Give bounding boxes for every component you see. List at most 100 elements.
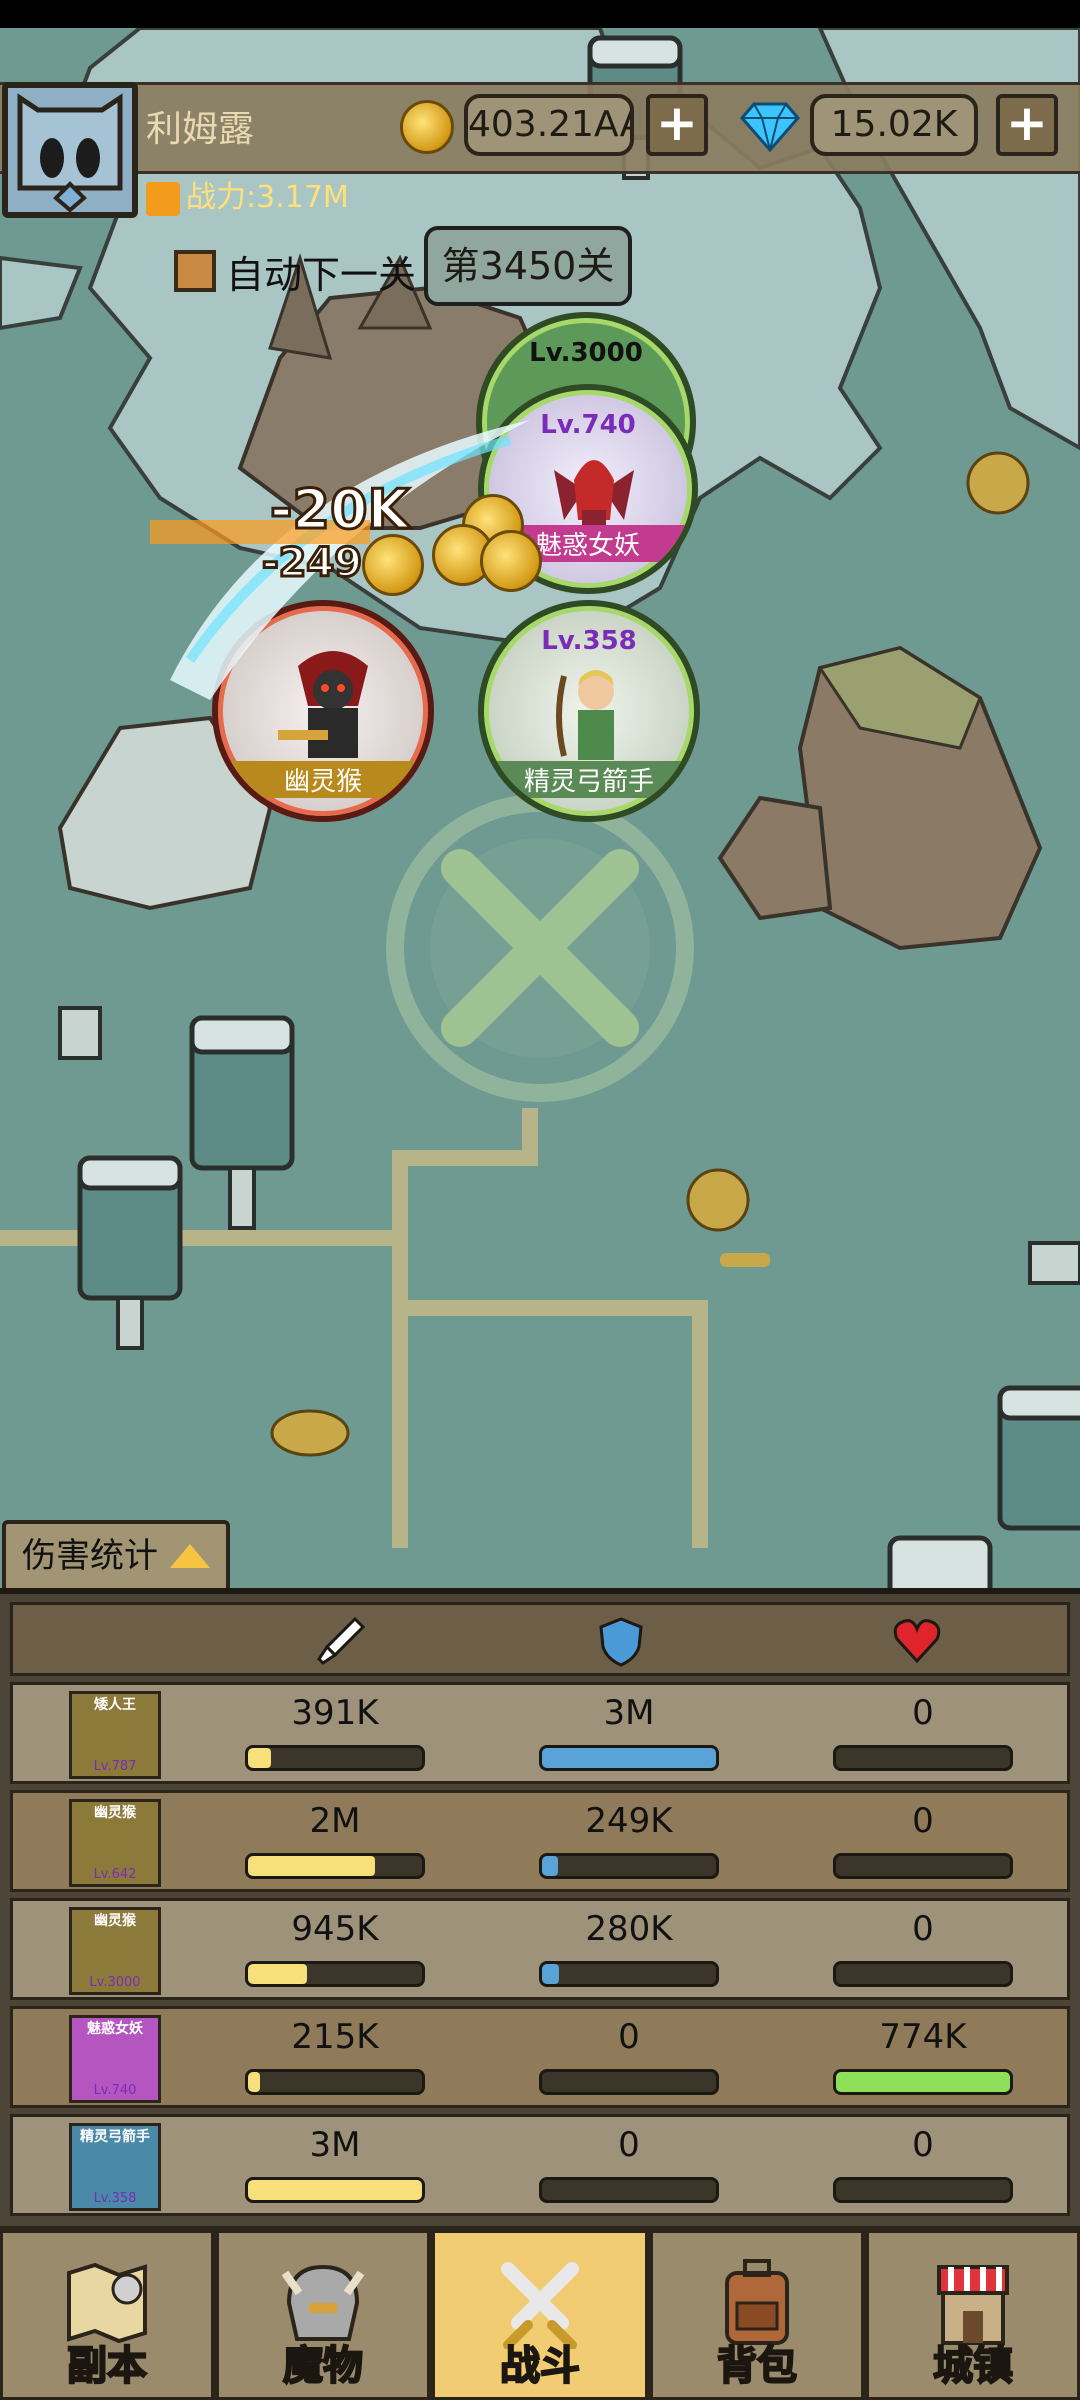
- heal-value: 0: [912, 1801, 934, 1841]
- attack-stat-cell: 3M: [245, 2117, 425, 2213]
- nav-monsters[interactable]: 魔物: [216, 2230, 430, 2400]
- heal-value: 0: [912, 1693, 934, 1733]
- add-gold-button[interactable]: +: [646, 94, 708, 156]
- nav-label: 战斗: [499, 2342, 581, 2390]
- hero-portrait[interactable]: 矮人王 Lv.787: [69, 1691, 161, 1779]
- hero-portrait-title: 精灵弓箭手: [80, 2129, 150, 2145]
- nav-battle[interactable]: 战斗: [432, 2230, 648, 2400]
- defense-bar: [539, 1853, 719, 1879]
- nav-town[interactable]: 城镇: [866, 2230, 1080, 2400]
- attack-bar: [245, 1961, 425, 1987]
- attack-bar-fill: [248, 1964, 308, 1984]
- attack-bar: [245, 2177, 425, 2203]
- nav-backpack[interactable]: 背包: [650, 2230, 864, 2400]
- damage-row: 幽灵猴 Lv.3000 945K 280K 0: [10, 1898, 1070, 2000]
- damage-number-small: -249: [260, 539, 363, 588]
- slime-avatar-icon: [17, 93, 123, 213]
- damage-number-big: -20K: [268, 477, 410, 543]
- power-icon: [146, 181, 180, 216]
- heal-stat-cell: 0: [833, 1793, 1013, 1889]
- gold-coin-icon: [400, 100, 454, 154]
- damage-row: 精灵弓箭手 Lv.358 3M 0 0: [10, 2114, 1070, 2216]
- attack-stat-cell: 215K: [245, 2009, 425, 2105]
- hero-portrait-level: Lv.3000: [89, 1975, 141, 1990]
- attack-bar: [245, 1745, 425, 1771]
- attack-stat-cell: 391K: [245, 1685, 425, 1781]
- status-bar: [0, 0, 1080, 28]
- damage-stats-label: 伤害统计: [22, 1536, 158, 1576]
- auto-next-label: 自动下一关: [226, 252, 417, 297]
- attack-stat-cell: 2M: [245, 1793, 425, 1889]
- heal-stat-cell: 0: [833, 1901, 1013, 1997]
- attack-value: 2M: [309, 1801, 361, 1841]
- nav-dungeon[interactable]: 副本: [0, 2230, 214, 2400]
- stage-level: 第3450关: [424, 226, 632, 306]
- defense-stat-cell: 0: [539, 2009, 719, 2105]
- defense-bar: [539, 2069, 719, 2095]
- defense-stat-cell: 3M: [539, 1685, 719, 1781]
- hero-portrait-title: 魅惑女妖: [87, 2021, 143, 2037]
- heal-value: 0: [912, 2125, 934, 2165]
- hero-portrait-title: 幽灵猴: [94, 1913, 136, 1929]
- auto-next-checkbox[interactable]: [174, 250, 216, 292]
- gem-amount: 15.02K: [810, 94, 978, 156]
- heal-bar-fill: [836, 2072, 1010, 2092]
- hero-portrait[interactable]: 幽灵猴 Lv.3000: [69, 1907, 161, 1995]
- damage-row: 魅惑女妖 Lv.740 215K 0 774K: [10, 2006, 1070, 2108]
- hero-portrait-level: Lv.358: [93, 2191, 137, 2206]
- defense-value: 0: [618, 2125, 640, 2165]
- attack-bar: [245, 1853, 425, 1879]
- defense-bar: [539, 1961, 719, 1987]
- defense-value: 280K: [585, 1909, 673, 1949]
- damage-stats-toggle[interactable]: 伤害统计: [2, 1520, 230, 1588]
- hero-portrait-level: Lv.642: [93, 1867, 137, 1882]
- hero-portrait-title: 矮人王: [94, 1697, 136, 1713]
- heal-stat-cell: 0: [833, 1685, 1013, 1781]
- defense-bar-fill: [542, 1748, 716, 1768]
- defense-value: 3M: [603, 1693, 655, 1733]
- attack-bar-fill: [248, 1856, 376, 1876]
- attack-value: 215K: [291, 2017, 379, 2057]
- combat-power-text: 战力:3.17M: [186, 180, 349, 215]
- defense-bar-fill: [542, 1856, 558, 1876]
- damage-row: 矮人王 Lv.787 391K 3M 0: [10, 1682, 1070, 1784]
- attack-bar: [245, 2069, 425, 2095]
- attack-stat-cell: 945K: [245, 1901, 425, 1997]
- damage-stats-panel: 矮人王 Lv.787 391K 3M 0 幽灵猴 Lv.642 2M 249K 0 幽灵猴 Lv.30…: [0, 1588, 1080, 2226]
- defense-bar: [539, 1745, 719, 1771]
- defense-stat-cell: 280K: [539, 1901, 719, 1997]
- diamond-icon: [740, 102, 800, 153]
- heal-value: 774K: [879, 2017, 967, 2057]
- defense-bar: [539, 2177, 719, 2203]
- attack-bar-fill: [248, 2180, 422, 2200]
- heal-bar: [833, 1961, 1013, 1987]
- hero-portrait[interactable]: 魅惑女妖 Lv.740: [69, 2015, 161, 2103]
- nav-label: 副本: [66, 2342, 148, 2390]
- combat-power: 战力:3.17M: [146, 172, 349, 216]
- attack-icon: [317, 1616, 366, 1665]
- heal-bar: [833, 1745, 1013, 1771]
- heal-bar: [833, 2177, 1013, 2203]
- nav-label: 城镇: [932, 2342, 1014, 2390]
- heal-stat-cell: 774K: [833, 2009, 1013, 2105]
- hero-portrait-level: Lv.740: [93, 2083, 137, 2098]
- defense-bar-fill: [542, 1964, 560, 1984]
- hero-portrait-level: Lv.787: [93, 1759, 137, 1774]
- hero-portrait[interactable]: 精灵弓箭手 Lv.358: [69, 2123, 161, 2211]
- nav-label: 背包: [716, 2342, 798, 2390]
- hero-name: 幽灵猴: [218, 761, 428, 798]
- bottom-nav: 副本 魔物 战斗 背包 城镇: [0, 2226, 1080, 2400]
- defense-stat-cell: 0: [539, 2117, 719, 2213]
- hero-name: 精灵弓箭手: [484, 761, 694, 798]
- player-avatar[interactable]: [2, 82, 138, 218]
- heal-value: 0: [912, 1909, 934, 1949]
- nav-label: 魔物: [282, 2342, 364, 2390]
- defense-value: 249K: [585, 1801, 673, 1841]
- auto-next-toggle[interactable]: 自动下一关: [174, 245, 416, 297]
- attack-value: 391K: [291, 1693, 379, 1733]
- gold-amount: 403.21AA: [464, 94, 634, 156]
- attack-bar-fill: [248, 1748, 271, 1768]
- damage-stats-header: [10, 1602, 1070, 1676]
- add-gems-button[interactable]: +: [996, 94, 1058, 156]
- hero-portrait[interactable]: 幽灵猴 Lv.642: [69, 1799, 161, 1887]
